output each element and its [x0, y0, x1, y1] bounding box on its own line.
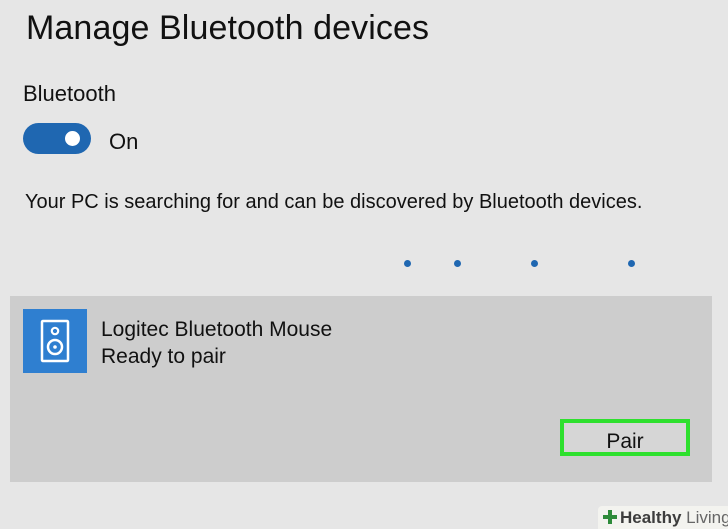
device-status: Ready to pair	[101, 345, 226, 368]
progress-dot	[454, 260, 461, 267]
watermark-text: Healthy Living	[620, 508, 728, 527]
speaker-icon	[23, 309, 87, 373]
device-list-item[interactable]: Logitec Bluetooth Mouse Ready to pair Pa…	[10, 296, 712, 482]
plus-icon	[603, 510, 617, 524]
pair-button[interactable]: Pair	[560, 419, 690, 456]
device-name: Logitec Bluetooth Mouse	[101, 318, 333, 341]
toggle-knob	[65, 131, 80, 146]
bluetooth-toggle[interactable]	[23, 123, 91, 154]
progress-dot	[531, 260, 538, 267]
progress-dot	[404, 260, 411, 267]
bluetooth-section-label: Bluetooth	[23, 81, 116, 106]
discovery-status-text: Your PC is searching for and can be disc…	[25, 191, 643, 213]
watermark-logo: Healthy Living	[598, 506, 728, 529]
progress-dot	[628, 260, 635, 267]
page-title: Manage Bluetooth devices	[26, 9, 430, 47]
toggle-state-label: On	[109, 129, 139, 154]
searching-progress-indicator	[0, 260, 728, 268]
